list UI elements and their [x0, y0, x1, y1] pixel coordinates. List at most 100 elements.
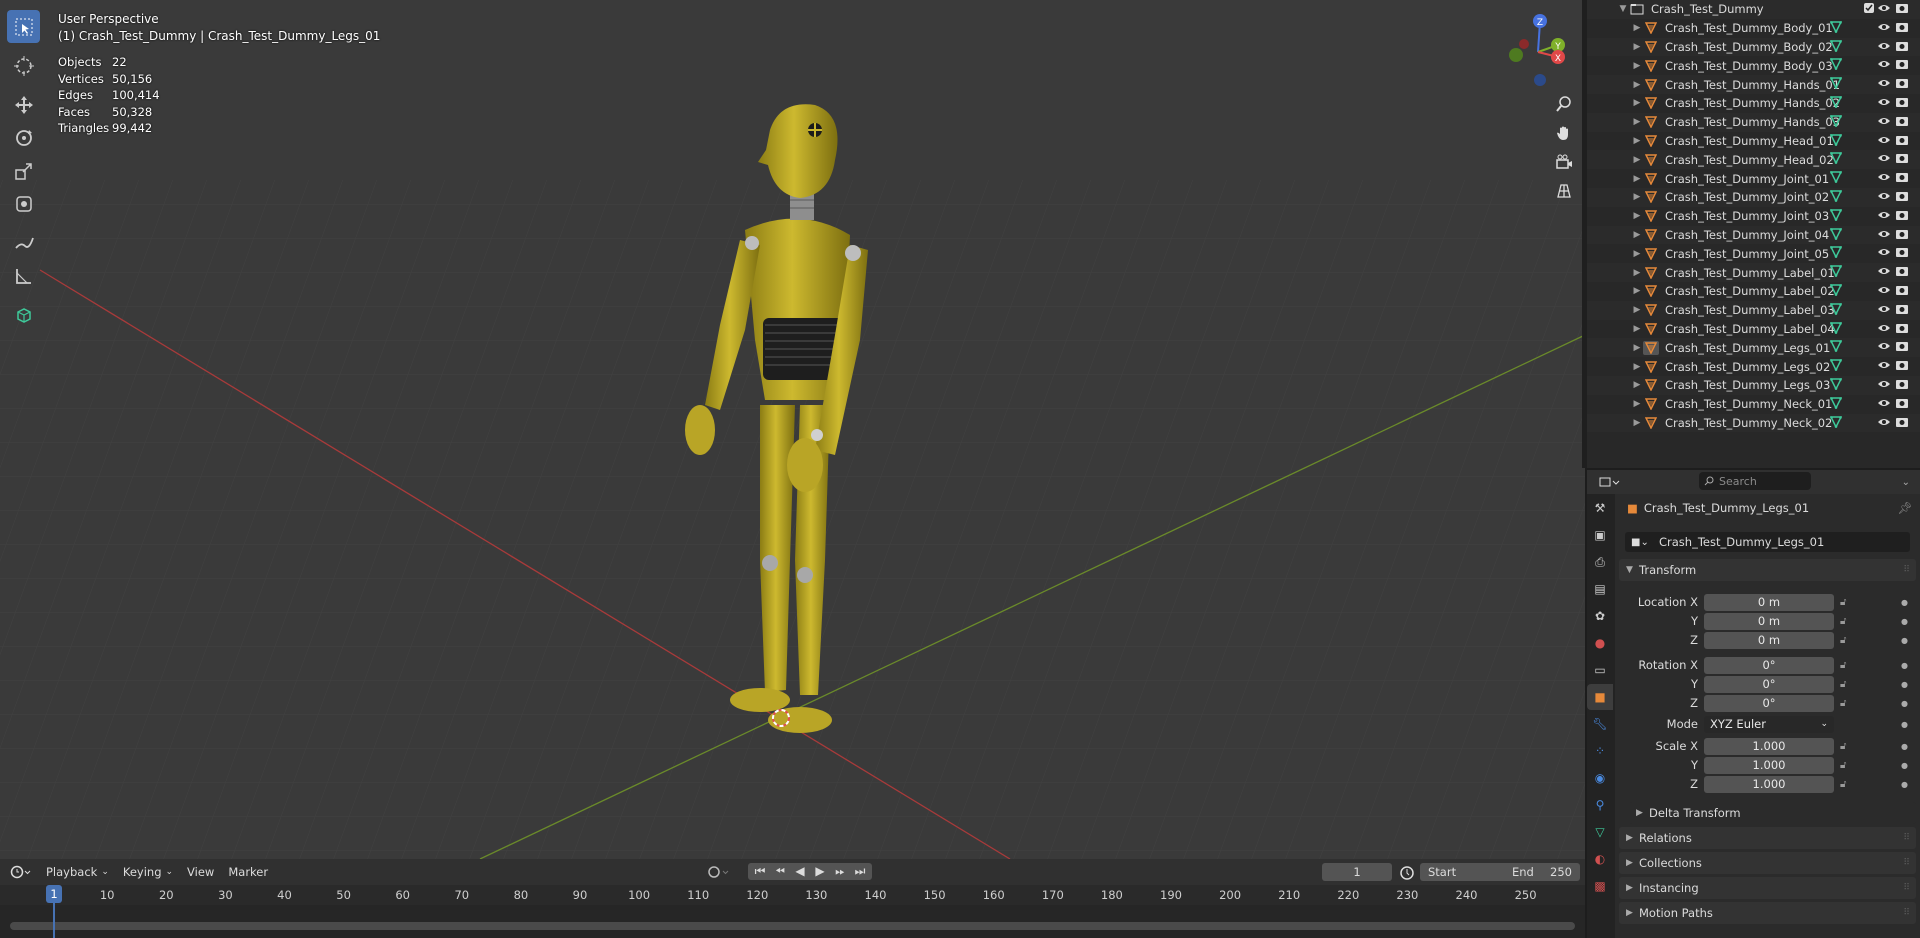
keyframe-dot[interactable]: ● — [1901, 680, 1908, 689]
keyframe-dot[interactable]: ● — [1901, 720, 1908, 729]
chevron-right-icon[interactable]: ▶ — [1631, 418, 1643, 428]
zoom-button[interactable] — [1550, 90, 1578, 118]
tab-render[interactable]: ▣ — [1587, 522, 1613, 548]
mesh-data-icon[interactable] — [1829, 246, 1843, 261]
timeline-body[interactable] — [0, 905, 1585, 938]
outliner-item[interactable]: ▶ Crash_Test_Dummy_Joint_01 — [1587, 169, 1920, 188]
keyframe-dot[interactable]: ● — [1901, 761, 1908, 770]
tab-collection[interactable]: ▭ — [1587, 657, 1613, 683]
chevron-right-icon[interactable]: ▶ — [1631, 362, 1643, 372]
render-camera-icon[interactable] — [1895, 209, 1909, 224]
chevron-right-icon[interactable]: ▶ — [1631, 98, 1643, 108]
outliner-item[interactable]: ▶ Crash_Test_Dummy_Head_02 — [1587, 150, 1920, 170]
chevron-right-icon[interactable]: ▶ — [1631, 211, 1643, 221]
rotation-mode-dropdown[interactable]: XYZ Euler ⌄ — [1704, 715, 1834, 733]
render-camera-icon[interactable] — [1895, 359, 1909, 374]
mesh-data-icon[interactable] — [1829, 359, 1843, 374]
outliner[interactable]: ▼ Crash_Test_Dummy ▶ Crash_Test_Dummy_Bod… — [1587, 0, 1920, 468]
editor-type-button[interactable] — [1599, 475, 1621, 489]
mesh-data-icon[interactable] — [1829, 415, 1843, 431]
preview-range-button[interactable] — [1398, 864, 1416, 883]
viewport-scene[interactable] — [0, 0, 1585, 859]
outliner-item[interactable]: ▶ Crash_Test_Dummy_Hands_01 — [1587, 75, 1920, 94]
chevron-down-icon[interactable]: ⌄ — [1902, 477, 1910, 488]
rotation-z-field[interactable]: 0° — [1704, 694, 1834, 712]
eye-icon[interactable] — [1877, 378, 1891, 393]
render-camera-icon[interactable] — [1895, 303, 1909, 318]
mesh-data-icon[interactable] — [1829, 340, 1843, 355]
render-camera-icon[interactable] — [1895, 134, 1909, 149]
render-camera-icon[interactable] — [1895, 246, 1909, 261]
outliner-item[interactable]: ▶ Crash_Test_Dummy_Joint_05 — [1587, 244, 1920, 264]
chevron-right-icon[interactable]: ▶ — [1631, 343, 1643, 353]
transform-tool[interactable] — [7, 187, 40, 220]
collections-panel-header[interactable]: ▶ Collections ⠿ — [1619, 852, 1916, 874]
eye-icon[interactable] — [1877, 359, 1891, 374]
drag-grip-icon[interactable]: ⠿ — [1903, 565, 1910, 575]
eye-icon[interactable] — [1877, 322, 1891, 337]
outliner-item[interactable]: ▶ Crash_Test_Dummy_Label_02 — [1587, 281, 1920, 301]
lock-icon[interactable]: 🔓︎ — [1840, 635, 1846, 646]
mesh-data-icon[interactable] — [1829, 227, 1843, 243]
outliner-item[interactable]: ▶ Crash_Test_Dummy_Label_01 — [1587, 263, 1920, 282]
move-tool[interactable] — [7, 88, 40, 121]
outliner-item[interactable]: ▶ Crash_Test_Dummy_Body_01 — [1587, 18, 1920, 38]
mesh-data-icon[interactable] — [1829, 321, 1843, 337]
eye-icon[interactable] — [1877, 228, 1891, 243]
current-frame-field[interactable]: 1 — [1322, 863, 1392, 881]
instancing-panel-header[interactable]: ▶ Instancing ⠿ — [1619, 877, 1916, 899]
tab-view-layer[interactable]: ▤ — [1587, 576, 1613, 602]
mesh-data-icon[interactable] — [1829, 77, 1843, 92]
keyframe-dot[interactable]: ● — [1901, 742, 1908, 751]
outliner-collection-row[interactable]: ▼ Crash_Test_Dummy — [1587, 0, 1920, 19]
keyframe-dot[interactable]: ● — [1901, 699, 1908, 708]
eye-icon[interactable] — [1877, 246, 1891, 261]
eye-icon[interactable] — [1877, 21, 1891, 36]
eye-icon[interactable] — [1877, 58, 1891, 73]
relations-panel-header[interactable]: ▶ Relations ⠿ — [1619, 827, 1916, 849]
render-camera-icon[interactable] — [1895, 416, 1909, 431]
outliner-item[interactable]: ▶ Crash_Test_Dummy_Joint_02 — [1587, 187, 1920, 207]
tab-texture[interactable]: ▩ — [1587, 873, 1613, 899]
jump-start-button[interactable]: ⏮︎ — [751, 864, 769, 879]
scale-tool[interactable] — [7, 154, 40, 187]
chevron-right-icon[interactable]: ▶ — [1631, 249, 1643, 259]
chevron-right-icon[interactable]: ▶ — [1631, 61, 1643, 71]
chevron-right-icon[interactable]: ▶ — [1631, 399, 1643, 409]
ortho-toggle-button[interactable] — [1550, 177, 1578, 205]
mesh-data-icon[interactable] — [1829, 208, 1843, 224]
outliner-item[interactable]: ▶ Crash_Test_Dummy_Neck_01 — [1587, 394, 1920, 414]
mesh-data-icon[interactable] — [1829, 284, 1843, 299]
lock-icon[interactable]: 🔓︎ — [1840, 741, 1846, 752]
camera-view-button[interactable] — [1550, 148, 1578, 176]
eye-icon[interactable] — [1877, 416, 1891, 431]
outliner-item[interactable]: ▶ Crash_Test_Dummy_Legs_01 — [1587, 338, 1920, 358]
render-camera-icon[interactable] — [1895, 171, 1909, 186]
eye-icon[interactable] — [1877, 2, 1891, 17]
add-cube-tool[interactable] — [7, 298, 40, 331]
eye-icon[interactable] — [1877, 340, 1891, 355]
mesh-data-icon[interactable] — [1829, 58, 1843, 73]
tab-material[interactable]: ◐ — [1587, 846, 1613, 872]
outliner-item[interactable]: ▶ Crash_Test_Dummy_Body_03 — [1587, 56, 1920, 76]
annotate-tool[interactable] — [7, 226, 40, 259]
pan-button[interactable] — [1550, 119, 1578, 147]
outliner-item[interactable]: ▶ Crash_Test_Dummy_Label_04 — [1587, 319, 1920, 339]
render-camera-icon[interactable] — [1895, 228, 1909, 243]
mesh-data-icon[interactable] — [1829, 96, 1843, 111]
lock-icon[interactable]: 🔓︎ — [1840, 779, 1846, 790]
render-camera-icon[interactable] — [1895, 96, 1909, 111]
tab-modifiers[interactable]: 🔧︎ — [1587, 711, 1613, 737]
measure-tool[interactable] — [7, 259, 40, 292]
lock-icon[interactable]: 🔓︎ — [1840, 698, 1846, 709]
outliner-item[interactable]: ▶ Crash_Test_Dummy_Head_01 — [1587, 131, 1920, 151]
outliner-item[interactable]: ▶ Crash_Test_Dummy_Hands_02 — [1587, 93, 1920, 113]
chevron-right-icon[interactable]: ▶ — [1631, 230, 1643, 240]
chevron-right-icon[interactable]: ▶ — [1631, 268, 1643, 278]
chevron-right-icon[interactable]: ▶ — [1631, 80, 1643, 90]
eye-icon[interactable] — [1877, 265, 1891, 280]
outliner-item[interactable]: ▶ Crash_Test_Dummy_Joint_04 — [1587, 225, 1920, 245]
end-frame-field[interactable]: End 250 — [1504, 863, 1580, 881]
lock-icon[interactable]: 🔓︎ — [1840, 679, 1846, 690]
drag-grip-icon[interactable]: ⠿ — [1903, 858, 1910, 868]
